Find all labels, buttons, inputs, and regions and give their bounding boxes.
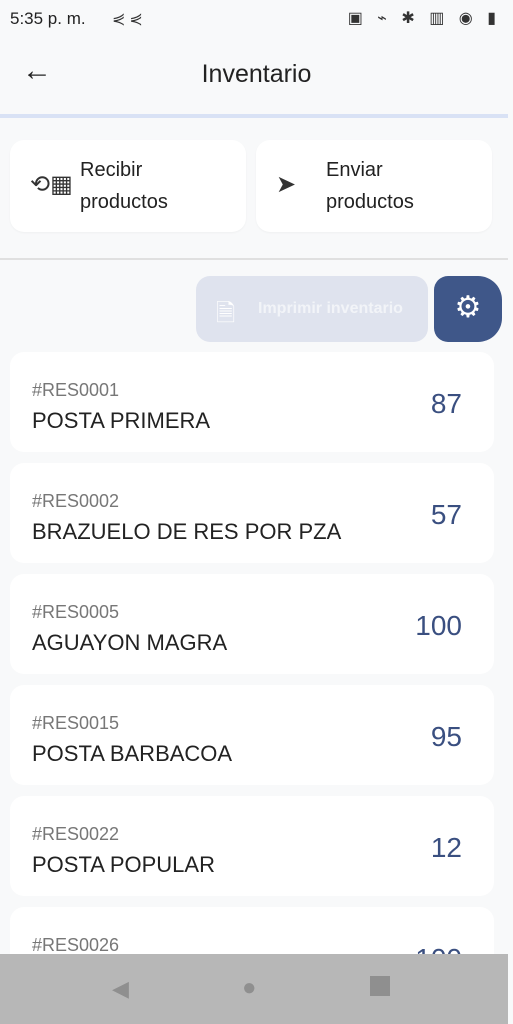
nav-recents-icon[interactable]	[370, 976, 390, 996]
list-item[interactable]: #RES0015 POSTA BARBACOA 95	[10, 685, 494, 785]
system-nav-bar: ◀ ●	[0, 954, 508, 1024]
list-item[interactable]: #RES0026 100	[10, 907, 494, 954]
list-item[interactable]: #RES0001 POSTA PRIMERA 87	[10, 352, 494, 452]
notification-icons: ⋞⋞	[112, 11, 147, 28]
product-quantity: 100	[415, 610, 462, 641]
list-item[interactable]: #RES0022 POSTA POPULAR 12	[10, 796, 494, 896]
product-code: #RES0002	[32, 491, 120, 511]
app-bar: ← Inventario	[0, 36, 513, 114]
receipt-icon: 🗎	[216, 300, 236, 327]
status-bar: 5:35 p. m. ⋞⋞ ▣ ⌁ ✱ ▥ ◉ ▮	[0, 0, 513, 36]
send-products-label: Enviar productos	[326, 159, 414, 213]
nav-home-icon[interactable]: ●	[242, 974, 257, 1002]
receive-products-label: Recibir productos	[80, 159, 168, 213]
product-quantity: 12	[430, 832, 462, 863]
page-title: Inventario	[201, 60, 312, 88]
send-products-button[interactable]: ➤ Enviar productos	[256, 140, 492, 232]
product-code: #RES0022	[32, 824, 120, 844]
app-bar-underline	[0, 114, 508, 118]
product-code: #RES0026	[32, 935, 120, 954]
send-icon: ➤	[276, 171, 297, 198]
receive-icon: ⟲▦	[30, 171, 73, 198]
receive-products-button[interactable]: ⟲▦ Recibir productos	[10, 140, 246, 232]
product-name: BRAZUELO DE RES POR PZA	[32, 519, 342, 544]
list-item[interactable]: #RES0005 AGUAYON MAGRA 100	[10, 574, 494, 674]
print-inventory-label: Imprimir inventario	[258, 300, 403, 317]
nav-back-icon[interactable]: ◀	[112, 976, 129, 1002]
product-quantity: 57	[430, 499, 462, 530]
product-name: POSTA POPULAR	[32, 852, 215, 877]
status-time: 5:35 p. m.	[10, 9, 86, 28]
product-code: #RES0015	[32, 713, 120, 733]
product-list[interactable]: #RES0001 POSTA PRIMERA 87 #RES0002 BRAZU…	[0, 352, 513, 954]
product-code: #RES0001	[32, 380, 120, 400]
section-divider	[0, 258, 508, 260]
print-inventory-button[interactable]: 🗎 Imprimir inventario	[196, 276, 428, 342]
system-status-icons: ▣ ⌁ ✱ ▥ ◉ ▮	[347, 10, 501, 27]
product-code: #RES0005	[32, 602, 120, 622]
gear-icon: ⚙	[454, 291, 482, 324]
product-quantity: 87	[430, 388, 462, 419]
settings-button[interactable]: ⚙	[434, 276, 502, 342]
product-quantity: 100	[415, 943, 462, 954]
product-name: POSTA PRIMERA	[32, 408, 211, 433]
product-name: POSTA BARBACOA	[32, 741, 233, 766]
product-quantity: 95	[430, 721, 462, 752]
product-name: AGUAYON MAGRA	[32, 630, 228, 655]
list-item[interactable]: #RES0002 BRAZUELO DE RES POR PZA 57	[10, 463, 494, 563]
